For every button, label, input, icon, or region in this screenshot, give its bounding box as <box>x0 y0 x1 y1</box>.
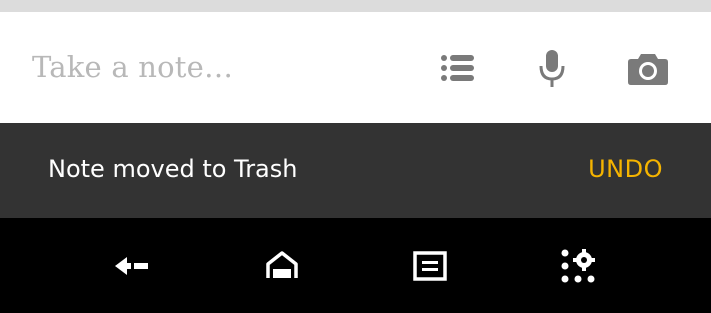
back-icon[interactable] <box>110 246 154 286</box>
note-input-bar: Take a note… <box>0 12 711 123</box>
list-icon[interactable] <box>436 46 480 90</box>
take-note-input[interactable]: Take a note… <box>32 50 233 84</box>
settings-icon[interactable] <box>556 246 600 286</box>
microphone-icon[interactable] <box>530 46 574 90</box>
snackbar-message: Note moved to Trash <box>48 155 298 183</box>
undo-button[interactable]: UNDO <box>588 155 663 183</box>
snackbar: Note moved to Trash UNDO <box>0 123 711 218</box>
system-navigation-bar <box>0 218 711 313</box>
camera-icon[interactable] <box>626 46 670 90</box>
top-divider <box>0 0 711 12</box>
home-icon[interactable] <box>260 246 304 286</box>
recents-icon[interactable] <box>408 246 452 286</box>
